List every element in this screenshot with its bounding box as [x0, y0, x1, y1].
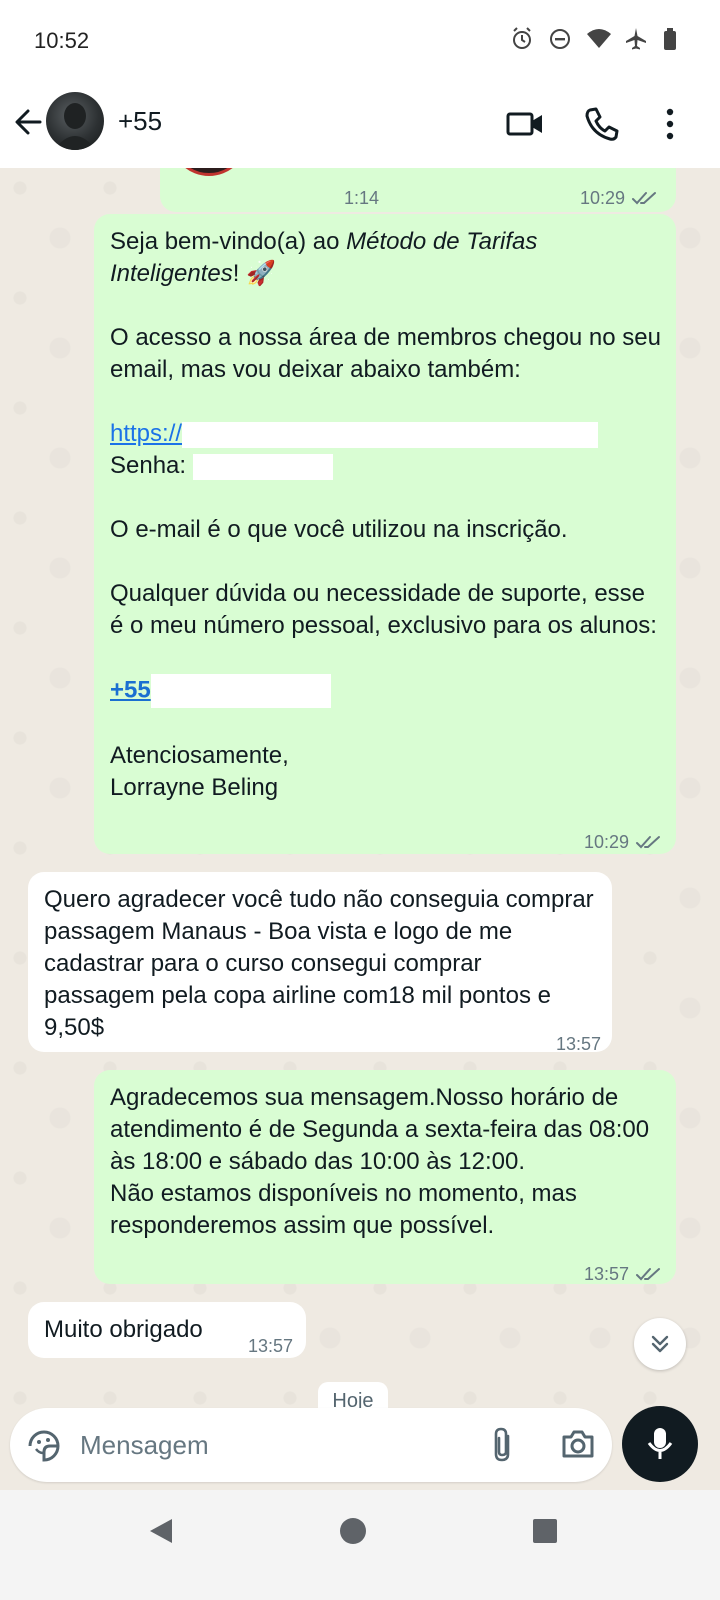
redacted-link	[182, 421, 599, 448]
battery-icon	[662, 26, 686, 52]
message-time: 13:57	[584, 1264, 630, 1284]
nav-back-icon[interactable]	[146, 1516, 176, 1551]
auto-reply-message[interactable]: Agradecemos sua mensagem.Nosso horário d…	[94, 1070, 676, 1284]
status-time: 10:52	[34, 28, 90, 53]
support-text: Qualquer dúvida ou necessidade de suport…	[110, 580, 657, 639]
access-link-line: https://	[110, 418, 662, 450]
nav-home-icon[interactable]	[338, 1516, 368, 1551]
message-time: 10:29	[580, 188, 626, 208]
access-link[interactable]: https://	[110, 420, 182, 447]
closing-line-1: Atenciosamente,	[110, 742, 289, 769]
double-check-icon	[636, 1268, 661, 1281]
voice-call-icon[interactable]	[584, 106, 624, 142]
voice-message-button[interactable]	[622, 1406, 698, 1482]
nav-recents-icon[interactable]	[532, 1518, 558, 1549]
camera-icon[interactable]	[560, 1428, 596, 1465]
avatar[interactable]	[46, 92, 104, 150]
message-input[interactable]: Mensagem	[10, 1408, 612, 1482]
closing-line-2: Lorrayne Beling	[110, 774, 279, 801]
double-check-icon	[632, 192, 657, 205]
phone-line: +55	[110, 674, 662, 708]
composer: Mensagem	[0, 1400, 720, 1490]
audio-message[interactable]: 1:14 10:29	[160, 168, 676, 212]
sticker-icon[interactable]	[26, 1428, 62, 1469]
system-nav-bar	[0, 1490, 720, 1600]
double-chevron-down-icon	[651, 1335, 669, 1353]
attach-icon[interactable]	[490, 1426, 516, 1469]
message-time: 13:57	[556, 1034, 602, 1054]
redacted-phone	[150, 674, 331, 708]
message-text: Muito obrigado	[44, 1316, 203, 1343]
status-icons	[510, 26, 686, 52]
contact-name[interactable]: +55	[118, 106, 162, 137]
do-not-disturb-icon	[548, 26, 572, 52]
mic-icon	[232, 168, 256, 179]
welcome-message[interactable]: Seja bem-vindo(a) ao Método de Tarifas I…	[94, 214, 676, 854]
status-bar: 10:52	[0, 0, 720, 80]
message-text: Quero agradecer você tudo não conseguia …	[44, 886, 601, 1041]
airplane-icon	[624, 26, 648, 52]
phone-link[interactable]: +55	[110, 676, 151, 703]
input-placeholder: Mensagem	[80, 1430, 209, 1460]
mic-icon	[647, 1428, 673, 1459]
message-text: Agradecemos sua mensagem.Nosso horário d…	[110, 1084, 650, 1239]
message-meta: 13:57	[584, 1258, 663, 1290]
wifi-icon	[586, 26, 611, 52]
double-check-icon	[636, 836, 661, 849]
incoming-message[interactable]: Quero agradecer você tudo não conseguia …	[28, 872, 612, 1054]
chat-area[interactable]: 1:14 10:29 Seja bem-vindo(a) ao Método d…	[0, 168, 720, 1408]
audio-duration: 1:14	[344, 188, 380, 208]
back-arrow-icon[interactable]	[10, 102, 46, 142]
message-time: 13:57	[248, 1336, 294, 1356]
scroll-to-bottom-button[interactable]	[634, 1318, 686, 1370]
message-meta: 10:29	[580, 182, 659, 214]
more-options-icon[interactable]	[660, 106, 680, 142]
video-call-icon[interactable]	[506, 106, 546, 142]
chat-header: +55	[0, 80, 720, 168]
message-time: 10:29	[584, 832, 630, 852]
email-text: O e-mail é o que você utilizou na inscri…	[110, 516, 568, 543]
message-meta: 10:29	[584, 826, 663, 858]
password-line: Senha:	[110, 450, 662, 482]
redacted-password	[192, 453, 333, 480]
incoming-message[interactable]: Muito obrigado 13:57	[28, 1302, 306, 1358]
welcome-intro: Seja bem-vindo(a) ao Método de Tarifas I…	[110, 228, 538, 287]
access-text: O acesso a nossa área de membros chegou …	[110, 324, 661, 383]
alarm-icon	[510, 26, 534, 52]
